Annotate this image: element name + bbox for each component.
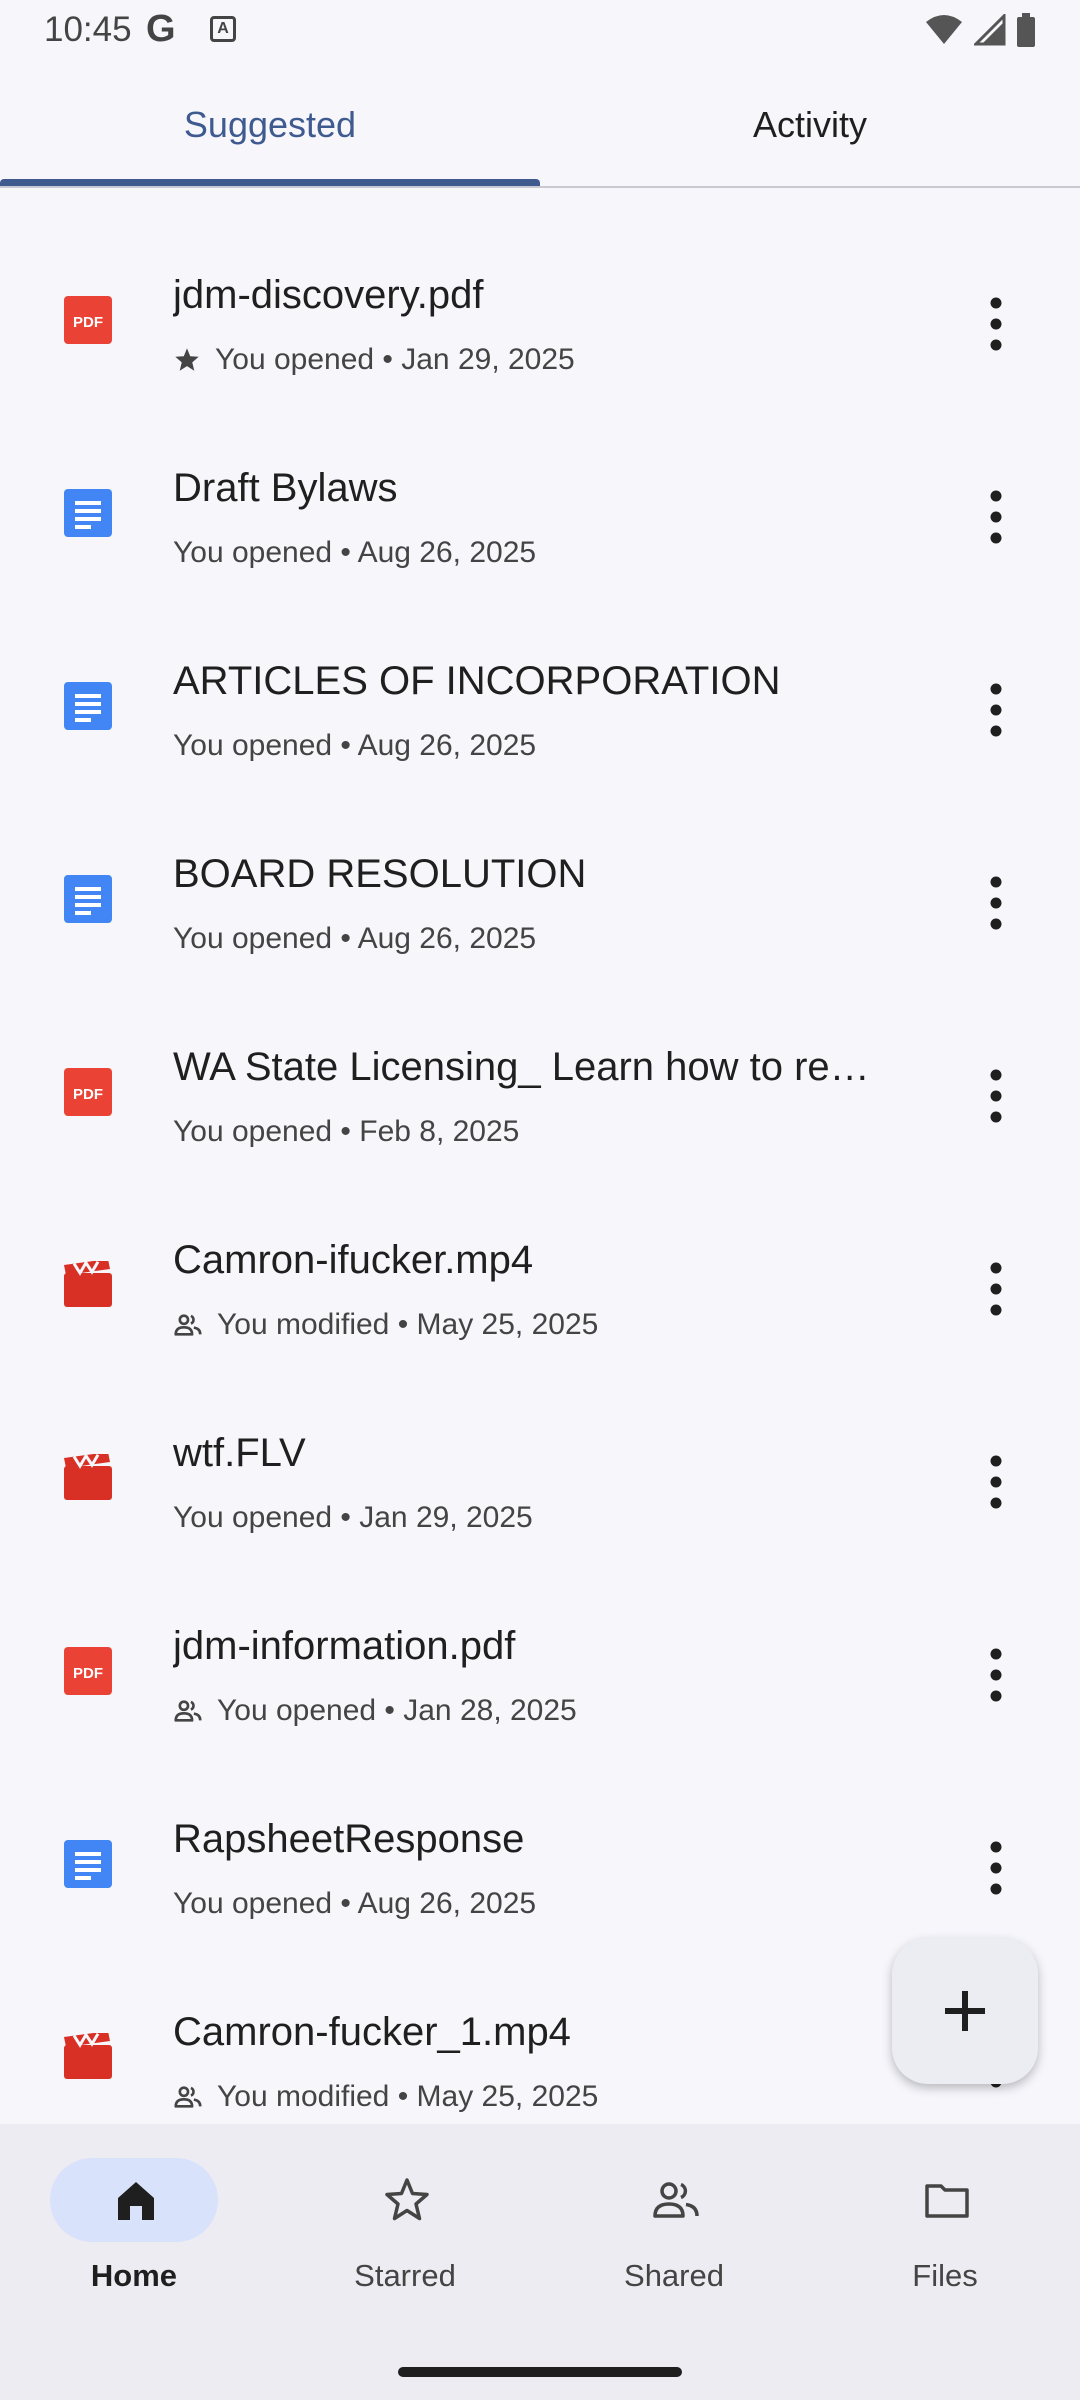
file-name: WA State Licensing_ Learn how to re… [173,1045,870,1089]
shared-people-icon [174,2086,202,2108]
bottom-navigation: Home Starred Shared Files [0,2124,1080,2400]
svg-text:PDF: PDF [73,1665,103,1682]
wifi-icon [926,15,962,44]
nav-files[interactable]: Files [845,2158,1045,2308]
file-meta-text: You modified • May 25, 2025 [217,1308,599,1341]
keyboard-a-icon: A [210,16,236,42]
pdf-file-icon: PDF [64,296,112,344]
file-row[interactable]: Draft Bylaws You opened • Aug 26, 2025 [0,424,1080,617]
file-name: ARTICLES OF INCORPORATION [173,659,781,703]
tab-activity[interactable]: Activity [540,62,1080,188]
nav-files-label: Files [912,2258,978,2293]
file-row[interactable]: PDF jdm-discovery.pdf You opened • Jan 29,… [0,231,1080,424]
file-row[interactable]: ARTICLES OF INCORPORATION You opened • Au… [0,617,1080,810]
folder-icon [925,2184,969,2218]
file-meta-text: You opened • Jan 28, 2025 [217,1694,577,1727]
more-options-icon[interactable] [975,1833,1017,1903]
file-meta: You opened • Jan 29, 2025 [173,343,575,377]
shared-people-icon [653,2182,699,2218]
file-meta: You opened • Jan 28, 2025 [173,1694,577,1728]
file-meta: You modified • May 25, 2025 [173,2080,598,2114]
new-button[interactable] [892,1938,1038,2084]
more-options-icon[interactable] [975,289,1017,359]
more-options-icon[interactable] [975,675,1017,745]
video-file-icon [64,1454,112,1500]
svg-text:PDF: PDF [73,314,103,331]
video-file-icon [64,1261,112,1307]
pdf-file-icon: PDF [64,1647,112,1695]
file-row[interactable]: PDF jdm-information.pdf You opened • Jan 2… [0,1582,1080,1775]
docs-file-icon [64,1840,112,1888]
pdf-file-icon: PDF [64,1068,112,1116]
file-name: wtf.FLV [173,1431,306,1475]
file-name: jdm-discovery.pdf [173,273,484,317]
status-time: 10:45 [44,10,132,49]
star-outline-icon [385,2178,429,2221]
video-file-icon [64,2033,112,2079]
file-meta: You opened • Aug 26, 2025 [173,536,536,570]
file-meta-text: You opened • Jan 29, 2025 [215,343,575,376]
more-options-icon[interactable] [975,482,1017,552]
file-meta: You opened • Aug 26, 2025 [173,729,536,763]
file-name: Camron-fucker_1.mp4 [173,2010,571,2054]
file-meta: You opened • Feb 8, 2025 [173,1115,519,1149]
tab-suggested[interactable]: Suggested [0,62,540,188]
status-bar: 10:45 G A [0,0,1080,62]
file-meta-text: You opened • Feb 8, 2025 [173,1115,520,1148]
file-name: RapsheetResponse [173,1817,525,1861]
gesture-bar [398,2367,682,2377]
more-options-icon[interactable] [975,1061,1017,1131]
google-icon: G [146,8,176,50]
file-meta: You opened • Jan 29, 2025 [173,1501,533,1535]
status-icons [924,12,1036,48]
tab-bar: Suggested Activity [0,62,1080,188]
more-options-icon[interactable] [975,1447,1017,1517]
svg-text:PDF: PDF [73,1086,103,1103]
file-meta-text: You opened • Aug 26, 2025 [173,1887,537,1920]
shared-people-icon [174,1314,202,1336]
more-options-icon[interactable] [975,1254,1017,1324]
nav-starred-label: Starred [354,2258,456,2293]
file-meta-text: You modified • May 25, 2025 [217,2080,599,2113]
shared-people-icon [174,1700,202,1722]
plus-icon [945,1991,985,2031]
docs-file-icon [64,875,112,923]
nav-home-label: Home [90,2258,178,2293]
star-icon [175,348,199,371]
file-name: Camron-ifucker.mp4 [173,1238,534,1282]
file-row[interactable]: Camron-ifucker.mp4 You modified • May 25,… [0,1196,1080,1389]
nav-shared-label: Shared [624,2258,724,2293]
file-name: BOARD RESOLUTION [173,852,587,896]
file-row[interactable]: wtf.FLV You opened • Jan 29, 2025 [0,1389,1080,1582]
file-meta: You opened • Aug 26, 2025 [173,922,536,956]
nav-home[interactable]: Home [34,2158,234,2308]
docs-file-icon [64,682,112,730]
file-list[interactable]: PDF jdm-discovery.pdf You opened • Jan 29,… [0,188,1080,2124]
file-row[interactable]: PDF WA State Licensing_ Learn how to re… Y… [0,1003,1080,1196]
more-options-icon[interactable] [975,1640,1017,1710]
file-meta-text: You opened • Aug 26, 2025 [173,922,537,955]
file-meta: You opened • Aug 26, 2025 [173,1887,536,1921]
nav-starred[interactable]: Starred [305,2158,505,2308]
file-meta: You modified • May 25, 2025 [173,1308,598,1342]
file-meta-text: You opened • Aug 26, 2025 [173,729,537,762]
file-name: Draft Bylaws [173,466,398,510]
file-meta-text: You opened • Jan 29, 2025 [173,1501,533,1534]
signal-icon [974,14,1006,46]
file-meta-text: You opened • Aug 26, 2025 [173,536,537,569]
file-row[interactable]: BOARD RESOLUTION You opened • Aug 26, 202… [0,810,1080,1003]
more-options-icon[interactable] [975,868,1017,938]
file-name: jdm-information.pdf [173,1624,516,1668]
home-icon [118,2182,154,2220]
nav-shared[interactable]: Shared [574,2158,774,2308]
battery-icon [1017,13,1035,47]
docs-file-icon [64,489,112,537]
